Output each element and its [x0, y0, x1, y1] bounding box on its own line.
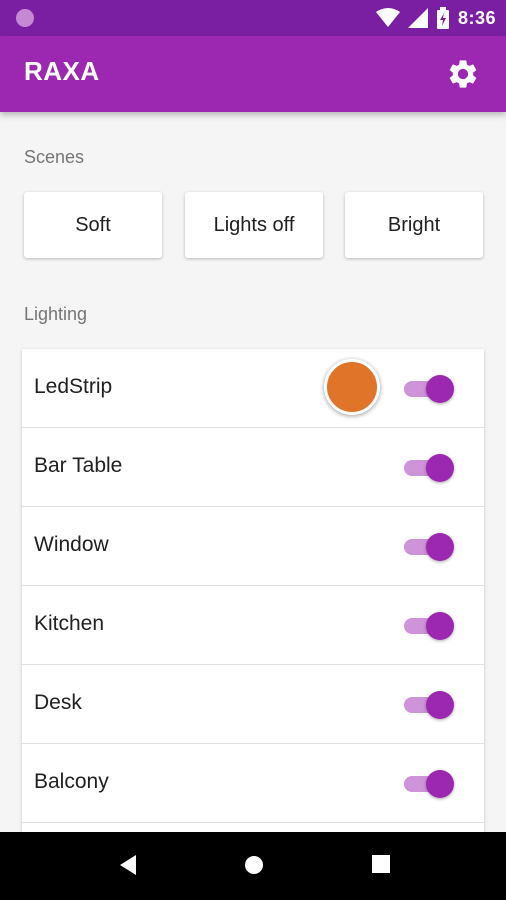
light-row-bar-table[interactable]: Bar Table — [22, 428, 484, 507]
scene-button-bright[interactable]: Bright — [345, 192, 483, 258]
app-bar: RAXA — [0, 36, 506, 112]
main-content: Scenes Soft Lights off Bright Lighting L… — [0, 112, 506, 832]
light-row-ledstrip[interactable]: LedStrip — [22, 349, 484, 428]
light-label: Window — [34, 533, 109, 556]
scenes-section-title: Scenes — [24, 147, 85, 167]
light-label: Bar Table — [34, 454, 123, 477]
switch-thumb — [426, 612, 454, 640]
scene-button-soft[interactable]: Soft — [24, 192, 162, 258]
switch-thumb — [426, 691, 454, 719]
light-row-window[interactable]: Window — [22, 507, 484, 586]
home-icon[interactable] — [243, 854, 265, 876]
light-row-partial — [22, 823, 484, 832]
battery-icon — [436, 7, 449, 29]
light-row-desk[interactable]: Desk — [22, 665, 484, 744]
light-toggle-kitchen[interactable] — [404, 612, 454, 640]
scene-button-lights-off[interactable]: Lights off — [185, 192, 323, 258]
notification-dot-icon — [16, 9, 34, 27]
navigation-bar — [0, 832, 506, 900]
scenes-row: Soft Lights off Bright — [24, 192, 484, 260]
switch-thumb — [426, 454, 454, 482]
status-icons: 8:36 — [375, 5, 496, 31]
status-time: 8:36 — [457, 7, 496, 28]
color-picker-button[interactable] — [324, 359, 380, 415]
light-label: Desk — [34, 691, 82, 714]
status-bar: 8:36 — [0, 0, 506, 36]
light-toggle-balcony[interactable] — [404, 770, 454, 798]
light-row-kitchen[interactable]: Kitchen — [22, 586, 484, 665]
signal-icon — [407, 8, 428, 28]
light-toggle-desk[interactable] — [404, 691, 454, 719]
recents-icon[interactable] — [371, 854, 391, 874]
app-title: RAXA — [24, 56, 100, 86]
light-toggle-bar-table[interactable] — [404, 454, 454, 482]
lighting-section-title: Lighting — [24, 304, 88, 324]
switch-thumb — [426, 375, 454, 403]
light-toggle-ledstrip[interactable] — [404, 375, 454, 403]
light-label: Balcony — [34, 770, 109, 793]
light-row-balcony[interactable]: Balcony — [22, 744, 484, 823]
switch-thumb — [426, 533, 454, 561]
light-toggle-window[interactable] — [404, 533, 454, 561]
switch-thumb — [426, 770, 454, 798]
back-icon[interactable] — [118, 854, 138, 876]
gear-icon[interactable] — [446, 57, 480, 91]
light-label: LedStrip — [34, 375, 113, 398]
wifi-icon — [375, 8, 400, 27]
light-label: Kitchen — [34, 612, 105, 635]
lighting-list: LedStrip Bar Table Window Kitchen Desk B… — [22, 349, 484, 832]
